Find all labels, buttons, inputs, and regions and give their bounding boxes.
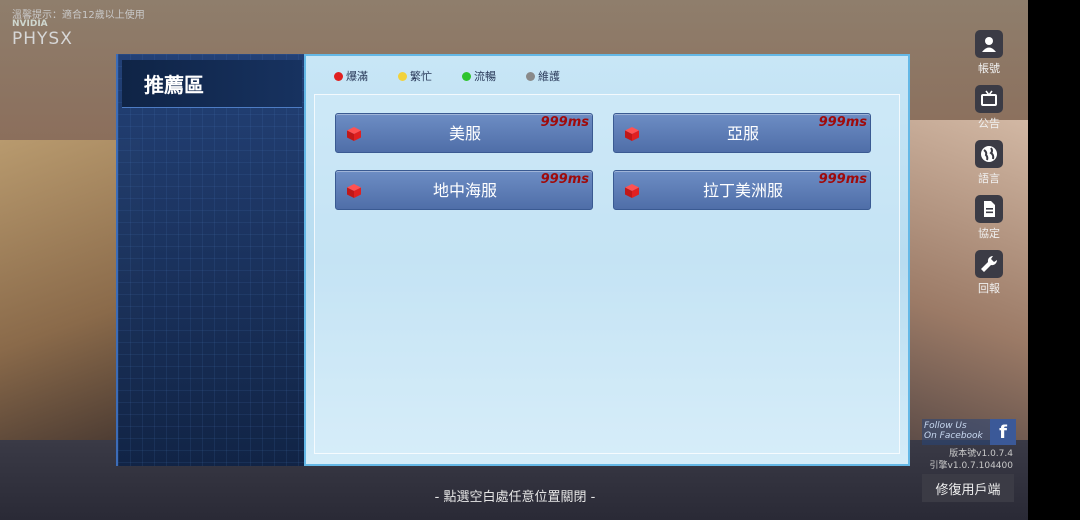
wrench-icon [975,250,1003,278]
server-button-latin-america[interactable]: 拉丁美洲服 999ms [613,170,871,210]
server-ping: 999ms [540,172,589,187]
menu-report-button[interactable]: 回報 [966,250,1012,302]
menu-agreement-button[interactable]: 協定 [966,195,1012,247]
engine-version: 引擎v1.0.7.104400 [929,461,1013,471]
menu-label: 回報 [978,282,1000,295]
menu-language-button[interactable]: 語言 [966,140,1012,192]
legend-label: 維護 [538,70,560,83]
legend-dot-icon [462,71,471,81]
server-grid: 美服 999ms 亞服 999ms 地中海服 999ms 拉丁美洲服 999ms [314,94,900,454]
screen-edge-bar [1028,0,1080,520]
tab-label: 推薦區 [144,73,204,97]
legend-full: 爆滿 [334,68,368,84]
menu-label: 協定 [978,227,1000,240]
menu-announcement-button[interactable]: 公告 [966,85,1012,137]
version-info: 版本號v1.0.7.4 引擎v1.0.7.104400 [900,448,1013,472]
close-hint: - 點選空白處任意位置關閉 - [434,490,596,505]
server-button-mediterranean[interactable]: 地中海服 999ms [335,170,593,210]
account-icon [975,30,1003,58]
right-side-menu: 帳號 公告 語言 協定 回報 [966,30,1012,305]
legend-dot-icon [526,71,535,81]
facebook-line2: On Facebook [924,431,983,441]
version-number: 版本號v1.0.7.4 [949,449,1013,459]
legend-dot-icon [398,71,407,81]
server-region-sidebar: 推薦區 [116,54,304,466]
legend-busy: 繁忙 [398,68,432,84]
facebook-follow-text: Follow Us On Facebook [924,421,983,441]
menu-label: 帳號 [978,62,1000,75]
facebook-line1: Follow Us [924,421,967,431]
physx-logo: NVIDIA PHYSX [12,19,73,49]
server-select-panel: 推薦區 爆滿 繁忙 流暢 維護 美服 999ms 亞服 999ms 地中海服 9… [116,54,910,466]
server-ping: 999ms [818,172,867,187]
facebook-follow-button[interactable]: Follow Us On Facebook f [922,419,1016,445]
legend-smooth: 流暢 [462,68,496,84]
document-icon [975,195,1003,223]
facebook-icon: f [990,419,1016,445]
legend-dot-icon [334,71,343,81]
menu-account-button[interactable]: 帳號 [966,30,1012,82]
server-list-area: 爆滿 繁忙 流暢 維護 美服 999ms 亞服 999ms 地中海服 999ms… [304,54,910,466]
legend-maintenance: 維護 [526,68,560,84]
announcement-icon [975,85,1003,113]
server-ping: 999ms [818,115,867,130]
server-ping: 999ms [540,115,589,130]
server-button-us[interactable]: 美服 999ms [335,113,593,153]
tab-recommended[interactable]: 推薦區 [122,60,302,108]
legend-label: 繁忙 [410,70,432,83]
physx-label: PHYSX [12,29,73,49]
legend-label: 流暢 [474,70,496,83]
server-button-asia[interactable]: 亞服 999ms [613,113,871,153]
status-legend: 爆滿 繁忙 流暢 維護 [334,68,560,84]
menu-label: 公告 [978,117,1000,130]
globe-icon [975,140,1003,168]
legend-label: 爆滿 [346,70,368,83]
menu-label: 語言 [978,172,1000,185]
nvidia-label: NVIDIA [12,19,48,29]
